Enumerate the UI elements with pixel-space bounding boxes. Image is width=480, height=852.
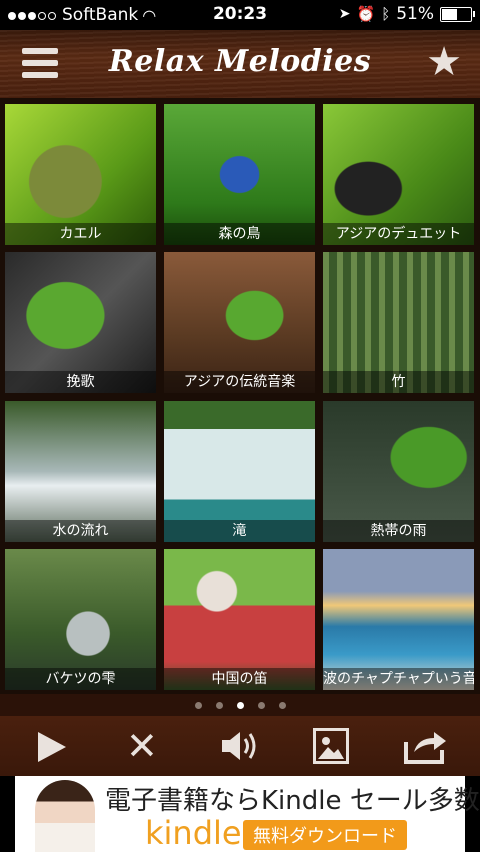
page-dot[interactable] <box>215 701 223 709</box>
sound-tile-waterfall[interactable]: 滝 <box>164 401 315 542</box>
sound-tile-elegy[interactable]: 挽歌 <box>5 252 156 393</box>
tile-label: 水の流れ <box>5 520 156 542</box>
status-bar: SoftBank ◠ 20:23 ➤ ⏰ ᛒ 51% <box>0 0 480 30</box>
battery-percent: 51% <box>396 4 434 24</box>
battery-icon <box>440 6 475 22</box>
clear-button[interactable]: ✕ <box>126 727 158 765</box>
tile-label: カエル <box>5 223 156 245</box>
tile-label: 熱帯の雨 <box>323 520 474 542</box>
page-indicator[interactable] <box>0 694 480 716</box>
bluetooth-icon: ᛒ <box>381 5 391 23</box>
location-icon: ➤ <box>338 6 351 22</box>
ad-download-button[interactable]: 無料ダウンロード <box>243 820 407 850</box>
bottom-toolbar: ✕ <box>0 716 480 776</box>
tile-label: アジアのデュエット <box>323 223 474 245</box>
page-dot[interactable] <box>194 701 202 709</box>
ad-person-image <box>35 780 95 852</box>
tile-label: 波のチャプチャプいう音 <box>323 668 474 690</box>
volume-icon[interactable] <box>220 728 260 764</box>
sound-tile-frog[interactable]: カエル <box>5 104 156 245</box>
app-title: Relax Melodies <box>108 44 372 79</box>
tile-label: 滝 <box>164 520 315 542</box>
tile-label: 竹 <box>323 371 474 393</box>
sound-tile-forest-birds[interactable]: 森の鳥 <box>164 104 315 245</box>
share-icon[interactable] <box>402 728 448 764</box>
ad-headline: 電子書籍ならKindle セール多数 <box>105 786 480 816</box>
tile-label: アジアの伝統音楽 <box>164 371 315 393</box>
play-icon[interactable] <box>38 732 66 762</box>
sound-tile-bucket-drops[interactable]: バケツの雫 <box>5 549 156 690</box>
sound-tile-chinese-flute[interactable]: 中国の笛 <box>164 549 315 690</box>
sound-tile-bamboo[interactable]: 竹 <box>323 252 474 393</box>
sound-tile-tropical-rain[interactable]: 熱帯の雨 <box>323 401 474 542</box>
tile-label: 森の鳥 <box>164 223 315 245</box>
favorites-button[interactable]: ★ <box>426 42 462 82</box>
background-image-icon[interactable] <box>313 728 349 764</box>
ad-brand: kindle <box>145 814 242 852</box>
alarm-icon: ⏰ <box>356 5 376 23</box>
ad-banner[interactable]: 電子書籍ならKindle セール多数 kindle 無料ダウンロード <box>15 776 480 852</box>
page-dot-active[interactable] <box>236 701 244 709</box>
page-dot[interactable] <box>278 701 286 709</box>
tile-label: 中国の笛 <box>164 668 315 690</box>
tile-label: バケツの雫 <box>5 668 156 690</box>
sound-tile-asian-duet[interactable]: アジアのデュエット <box>323 104 474 245</box>
tile-label: 挽歌 <box>5 371 156 393</box>
sound-tile-lapping-waves[interactable]: 波のチャプチャプいう音 <box>323 549 474 690</box>
sound-tile-asian-traditional[interactable]: アジアの伝統音楽 <box>164 252 315 393</box>
page-dot[interactable] <box>257 701 265 709</box>
sound-grid: カエル 森の鳥 アジアのデュエット 挽歌 アジアの伝統音楽 竹 水の流れ 滝 熱… <box>0 98 480 694</box>
app-header: Relax Melodies ★ <box>0 30 480 98</box>
sound-tile-water-stream[interactable]: 水の流れ <box>5 401 156 542</box>
